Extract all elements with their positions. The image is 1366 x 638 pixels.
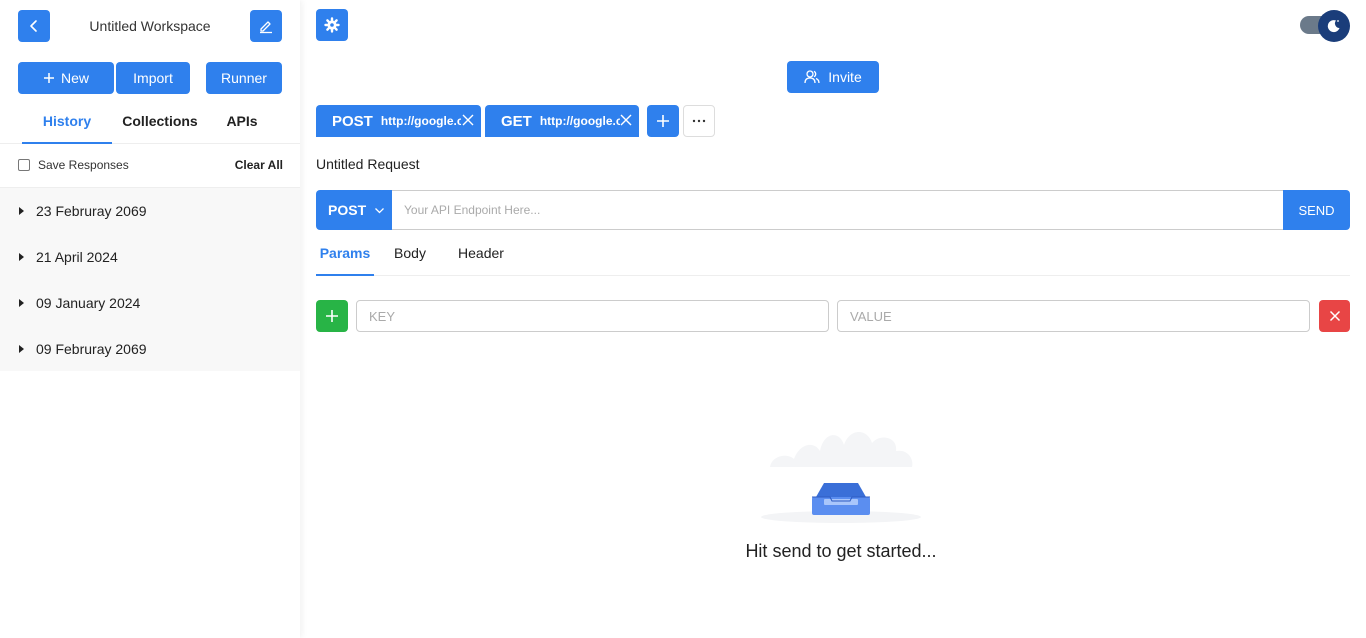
import-button-label: Import: [133, 70, 173, 86]
request-sub-tabs: Params Body Header: [316, 238, 1350, 276]
history-item-label: 09 January 2024: [36, 295, 141, 311]
clear-all-button[interactable]: Clear All: [235, 158, 283, 172]
send-button[interactable]: SEND: [1283, 190, 1350, 230]
theme-toggle[interactable]: [1300, 10, 1350, 42]
url-input[interactable]: [392, 190, 1283, 230]
sidebar-tabs: History Collections APIs: [0, 104, 300, 144]
request-tab-method: POST: [332, 112, 373, 130]
moon-icon: [1327, 20, 1340, 33]
method-select[interactable]: POST: [316, 190, 392, 230]
back-button[interactable]: [18, 10, 50, 42]
caret-right-icon: [19, 253, 24, 261]
edit-icon: [260, 21, 272, 34]
caret-right-icon: [19, 299, 24, 307]
add-param-button[interactable]: [316, 300, 348, 332]
param-key-input[interactable]: [356, 300, 829, 332]
request-tab-url: http://google.com: [380, 114, 461, 128]
runner-button-label: Runner: [221, 70, 267, 86]
history-item-label: 21 April 2024: [36, 249, 118, 265]
tab-body[interactable]: Body: [388, 238, 432, 276]
new-button-label: New: [60, 70, 89, 86]
history-item[interactable]: 09 January 2024: [0, 280, 300, 326]
empty-inbox-illustration: [761, 432, 921, 523]
tab-history[interactable]: History: [22, 104, 112, 144]
plus-icon: [657, 115, 669, 127]
gear-icon: [324, 17, 340, 33]
import-button[interactable]: Import: [116, 62, 190, 94]
sidebar: Untitled Workspace New Import Runner His…: [0, 0, 300, 638]
param-row: [316, 300, 1350, 332]
request-tab[interactable]: POST http://google.com: [316, 105, 481, 137]
request-tab[interactable]: GET http://google.com: [485, 105, 639, 137]
save-responses-checkbox[interactable]: [18, 159, 30, 171]
settings-button[interactable]: [316, 9, 348, 41]
delete-param-button[interactable]: [1319, 300, 1350, 332]
tab-apis[interactable]: APIs: [212, 104, 272, 144]
close-icon[interactable]: [619, 113, 633, 127]
history-item[interactable]: 09 Februray 2069: [0, 326, 300, 372]
tab-collections[interactable]: Collections: [112, 104, 208, 144]
save-responses-label: Save Responses: [38, 158, 129, 172]
request-tab-url: http://google.com: [539, 114, 620, 128]
history-item-label: 09 Februray 2069: [36, 341, 147, 357]
close-icon: [1329, 310, 1340, 322]
edit-workspace-button[interactable]: [250, 10, 282, 42]
tab-params[interactable]: Params: [316, 238, 374, 276]
plus-icon: [326, 310, 338, 322]
workspace-header: Untitled Workspace: [18, 10, 282, 42]
more-icon: [692, 119, 706, 123]
runner-button[interactable]: Runner: [206, 62, 282, 94]
workspace-title: Untitled Workspace: [89, 18, 211, 34]
sidebar-actions: New Import Runner: [18, 62, 282, 94]
chevron-down-icon: [375, 207, 385, 213]
request-name[interactable]: Untitled Request: [316, 156, 420, 172]
request-tab-method: GET: [501, 112, 532, 130]
history-item[interactable]: 23 Februray 2069: [0, 188, 300, 234]
users-icon: [804, 70, 820, 84]
plus-icon: [43, 73, 54, 83]
history-item[interactable]: 21 April 2024: [0, 234, 300, 280]
close-icon[interactable]: [461, 113, 475, 127]
history-list: 23 Februray 2069 21 April 2024 09 Januar…: [0, 187, 300, 371]
param-value-input[interactable]: [837, 300, 1310, 332]
add-tab-button[interactable]: [647, 105, 679, 137]
invite-button-label: Invite: [828, 69, 862, 85]
more-tabs-button[interactable]: [683, 105, 715, 137]
invite-button[interactable]: Invite: [787, 61, 879, 93]
tab-header[interactable]: Header: [452, 238, 510, 276]
empty-state-message: Hit send to get started...: [745, 541, 937, 561]
method-select-value: POST: [328, 202, 367, 218]
history-item-label: 23 Februray 2069: [36, 203, 147, 219]
chevron-left-icon: [30, 20, 37, 32]
caret-right-icon: [19, 207, 24, 215]
url-bar: POST SEND: [316, 190, 1350, 230]
save-responses-row: Save Responses Clear All: [18, 155, 283, 175]
caret-right-icon: [19, 345, 24, 353]
toggle-knob: [1318, 10, 1350, 42]
new-button[interactable]: New: [18, 62, 114, 94]
